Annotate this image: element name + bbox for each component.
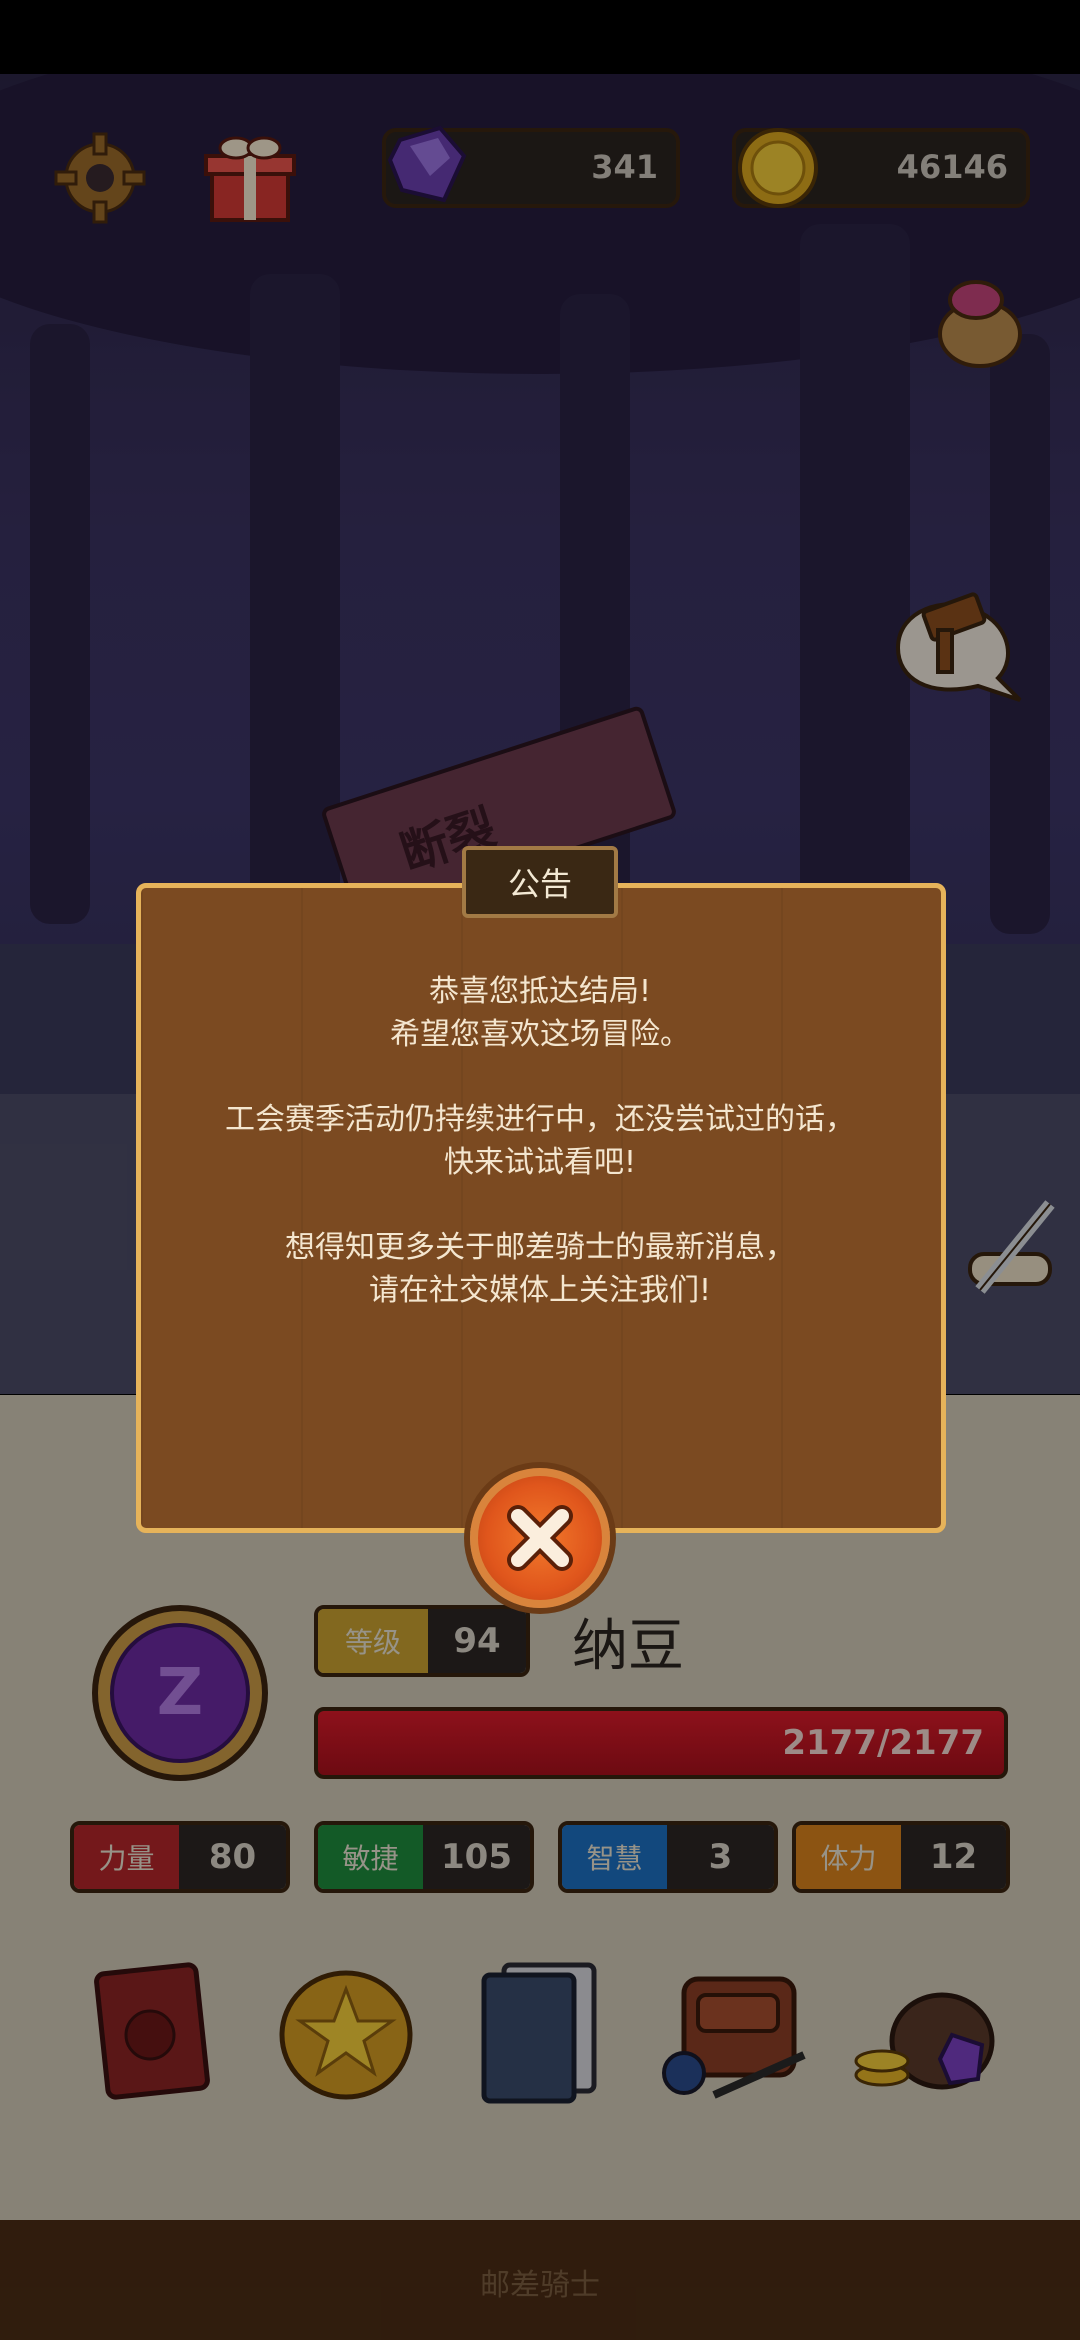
dialog-body: 恭喜您抵达结局! 希望您喜欢这场冒险。 工会赛季活动仍持续进行中，还没尝试过的话… [150, 970, 930, 1354]
status-bar [0, 0, 1080, 74]
close-icon [507, 1505, 573, 1571]
dialog-line: 希望您喜欢这场冒险。 [390, 1017, 690, 1052]
dialog-line: 想得知更多关于邮差骑士的最新消息， [285, 1230, 795, 1265]
dialog-line: 工会赛季活动仍持续进行中，还没尝试过的话， [225, 1102, 855, 1137]
dialog-paragraph: 工会赛季活动仍持续进行中，还没尝试过的话， 快来试试看吧! [150, 1098, 930, 1184]
dialog-line: 请在社交媒体上关注我们! [368, 1273, 712, 1308]
dialog-paragraph: 想得知更多关于邮差骑士的最新消息， 请在社交媒体上关注我们! [150, 1226, 930, 1312]
dialog-line: 快来试试看吧! [443, 1145, 637, 1180]
dialog-line: 恭喜您抵达结局! [428, 974, 652, 1009]
close-dialog-button[interactable] [470, 1468, 610, 1608]
dialog-paragraph: 恭喜您抵达结局! 希望您喜欢这场冒险。 [150, 970, 930, 1056]
dialog-title: 公告 [462, 846, 618, 918]
